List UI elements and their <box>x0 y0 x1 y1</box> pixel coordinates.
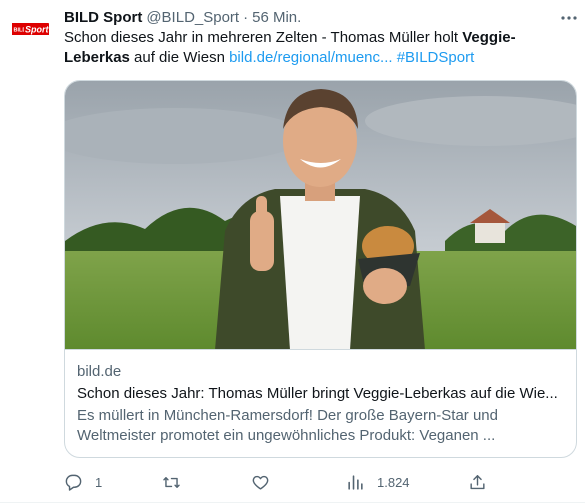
card-domain: bild.de <box>77 363 122 380</box>
views-icon <box>348 474 363 490</box>
share-icon <box>470 474 485 489</box>
views-count: 1.824 <box>377 474 410 490</box>
tweet-text-part1: Schon dieses Jahr in mehreren Zelten - T… <box>64 29 463 46</box>
avatar[interactable]: BILD Sport <box>10 10 50 50</box>
retweet-icon <box>163 476 180 488</box>
tweet-text: Schon dieses Jahr in mehreren Zelten - T… <box>64 28 569 68</box>
card-image[interactable] <box>65 81 576 350</box>
heart-icon <box>252 475 269 490</box>
card-photo <box>65 81 576 349</box>
tweet[interactable]: BILD Sport BILD Sport @BILD_Sport · 56 Min.… <box>0 0 585 503</box>
display-name[interactable]: BILD Sport <box>64 9 142 26</box>
bild-sport-logo: BILD Sport <box>10 10 50 50</box>
link-card[interactable]: bild.de Schon dieses Jahr: Thomas Müller… <box>64 80 577 458</box>
reply-count: 1 <box>95 474 103 490</box>
tweet-text-part2: auf die Wiesn <box>129 49 230 66</box>
card-title: Schon dieses Jahr: Thomas Müller bringt … <box>77 385 558 402</box>
svg-text:Sport: Sport <box>25 25 50 35</box>
share-button[interactable] <box>468 470 487 494</box>
card-description: Es müllert in München-Ramersdorf! Der gr… <box>77 407 498 444</box>
reply-button[interactable]: 1 <box>64 470 102 494</box>
hashtag-link[interactable]: #BILDSport <box>397 49 475 66</box>
like-button[interactable] <box>251 470 282 494</box>
more-icon[interactable] <box>559 8 579 28</box>
separator-dot: · <box>243 9 249 26</box>
action-bar: 1 1.824 <box>64 470 576 494</box>
reply-icon <box>65 474 82 491</box>
user-handle[interactable]: @BILD_Sport <box>146 9 239 26</box>
retweet-button[interactable] <box>162 470 193 494</box>
timestamp[interactable]: 56 Min. <box>252 9 301 26</box>
views-button[interactable]: 1.824 <box>346 470 410 494</box>
card-meta: bild.de Schon dieses Jahr: Thomas Müller… <box>65 350 576 446</box>
tweet-header: BILD Sport @BILD_Sport · 56 Min. <box>64 8 301 28</box>
tweet-link[interactable]: bild.de/regional/muenc... <box>229 49 392 66</box>
